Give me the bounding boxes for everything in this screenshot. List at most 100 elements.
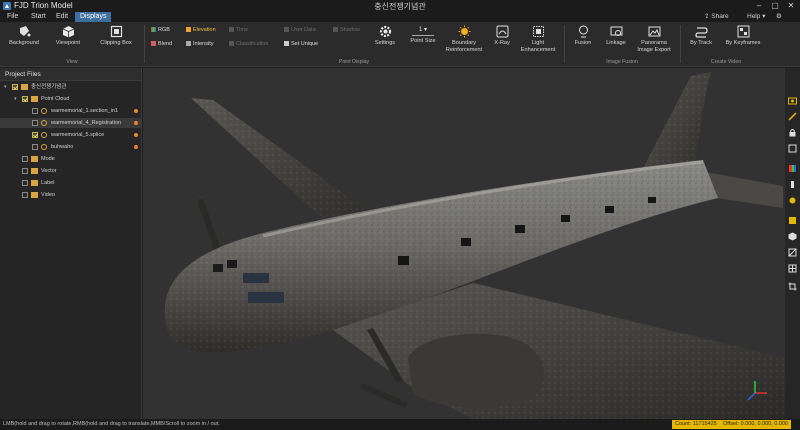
panel-title: Project Files: [0, 68, 141, 81]
point-cloud-icon: [41, 120, 47, 126]
settings-button[interactable]: Settings: [372, 25, 398, 47]
share-button[interactable]: ⇪ Share: [704, 12, 729, 22]
tree-item-label: 충신전쟁기념관: [31, 84, 67, 90]
group-separator: [144, 25, 145, 63]
close-icon[interactable]: ✕: [784, 0, 798, 12]
tree-item[interactable]: warmemorial_1.section_in1: [0, 106, 142, 116]
menu-edit[interactable]: Edit: [51, 12, 73, 22]
visibility-checkbox[interactable]: [22, 192, 28, 198]
rgb-button[interactable]: RGB: [151, 27, 170, 34]
visibility-checkbox[interactable]: [32, 132, 38, 138]
rgb-icon: [151, 27, 156, 33]
classification-button[interactable]: Classification: [229, 41, 268, 48]
help-button[interactable]: Help ▾: [747, 12, 765, 22]
xray-button[interactable]: X-Ray: [491, 25, 513, 47]
tree-item[interactable]: Mode: [0, 154, 142, 164]
group-label-create-video: Create Video: [710, 59, 742, 65]
point-cloud-icon: [41, 132, 47, 138]
visibility-checkbox[interactable]: [22, 156, 28, 162]
shadow-button[interactable]: Shadow: [333, 27, 360, 34]
tree-item-label: warmemorial_4_Registration: [51, 120, 122, 126]
by-track-button[interactable]: By Track: [688, 25, 714, 47]
track-icon: [694, 27, 708, 38]
set-unique-button[interactable]: Set Unique: [284, 41, 318, 48]
tree-item[interactable]: Label: [0, 178, 142, 188]
point-cloud-icon: [41, 144, 47, 150]
panorama-image-export-button[interactable]: Panorama Image Export: [634, 25, 674, 53]
menu-start[interactable]: Start: [26, 12, 51, 22]
status-bar: LMB(hold and drag to rotate,RMB(hold and…: [0, 419, 800, 430]
clipping-box-button[interactable]: Clipping Box: [96, 25, 136, 47]
boundary-reinforcement-button[interactable]: Boundary Reinforcement: [444, 25, 484, 53]
fusion-button[interactable]: Fusion: [570, 25, 596, 47]
visibility-checkbox[interactable]: [32, 144, 38, 150]
background-button[interactable]: Background: [6, 25, 42, 47]
3d-viewport[interactable]: [143, 68, 785, 419]
shadow-icon: [333, 27, 338, 33]
settings-gear-icon[interactable]: ⚙: [776, 12, 782, 22]
visibility-checkbox[interactable]: [22, 180, 28, 186]
group-label-point-display: Point Display: [338, 59, 370, 65]
visibility-checkbox[interactable]: [32, 120, 38, 126]
tree-item[interactable]: warmemorial_4_Registration: [0, 118, 142, 128]
folder-icon: [31, 168, 38, 174]
point-cloud-icon: [41, 108, 47, 114]
lock-icon[interactable]: [788, 128, 797, 137]
section-icon[interactable]: [788, 248, 797, 257]
tree-item[interactable]: Vector: [0, 166, 142, 176]
by-keyframes-button[interactable]: By Keyframes: [724, 25, 762, 47]
tree-item[interactable]: ▾ Point Cloud: [0, 94, 142, 104]
point-count-badge: Count: 11715425: [672, 420, 720, 429]
scale-icon[interactable]: [788, 180, 797, 189]
light-enhancement-button[interactable]: Light Enhancement: [520, 25, 556, 53]
crop-icon[interactable]: [788, 282, 797, 291]
maximize-icon[interactable]: ▢: [768, 0, 782, 12]
menu-displays[interactable]: Displays: [75, 12, 112, 22]
tree-item[interactable]: Video: [0, 190, 142, 200]
color-palette-icon[interactable]: [788, 164, 797, 173]
expand-arrow-icon[interactable]: ▾: [14, 94, 17, 104]
tree-item[interactable]: ▾ 충신전쟁기념관: [0, 82, 142, 92]
expand-arrow-icon[interactable]: ▾: [4, 82, 7, 92]
classification-icon: [229, 41, 234, 47]
share-icon: ⇪: [704, 13, 710, 20]
chevron-down-icon: ▾: [424, 27, 428, 33]
folder-icon: [31, 180, 38, 186]
cube-view-icon[interactable]: [788, 232, 797, 241]
visibility-checkbox[interactable]: [12, 84, 18, 90]
intensity-icon: [186, 41, 191, 47]
set-unique-icon: [284, 41, 289, 47]
visibility-checkbox[interactable]: [22, 168, 28, 174]
keyframes-icon: [737, 25, 749, 38]
group-label-view: View: [66, 59, 78, 65]
project-title: 충신전쟁기념관: [374, 2, 426, 11]
point-size-control[interactable]: 1 ▾ Point Size: [408, 25, 438, 45]
status-tip: LMB(hold and drag to rotate,RMB(hold and…: [3, 421, 220, 427]
user-data-button[interactable]: User Data: [284, 27, 316, 34]
visibility-checkbox[interactable]: [32, 108, 38, 114]
point-size-stepper[interactable]: 1 ▾: [412, 25, 434, 36]
camera-icon[interactable]: [788, 96, 797, 105]
intensity-button[interactable]: Intensity: [186, 41, 213, 48]
layers-icon[interactable]: [788, 144, 797, 153]
grid-icon[interactable]: [788, 264, 797, 273]
menu-file[interactable]: File: [2, 12, 23, 22]
folder-icon: [31, 96, 38, 102]
visibility-checkbox[interactable]: [22, 96, 28, 102]
minimize-icon[interactable]: –: [752, 0, 766, 12]
tree-item[interactable]: warmemorial_5.splice: [0, 130, 142, 140]
blend-button[interactable]: Blend: [151, 41, 172, 48]
measure-icon[interactable]: [788, 112, 797, 121]
elevation-button[interactable]: Elevation: [186, 27, 216, 34]
status-dot-icon: [134, 109, 138, 113]
viewpoint-button[interactable]: Viewpoint: [53, 25, 83, 47]
tree-item-label: Point Cloud: [41, 96, 70, 102]
time-button[interactable]: Time: [229, 27, 248, 34]
box-icon[interactable]: [788, 216, 797, 225]
linkage-button[interactable]: Linkage: [602, 25, 630, 47]
status-dot-icon: [134, 145, 138, 149]
pin-icon[interactable]: [788, 196, 797, 205]
tree-item-label: Video: [41, 192, 55, 198]
tree-item[interactable]: buhwaho: [0, 142, 142, 152]
blend-icon: [151, 41, 156, 47]
